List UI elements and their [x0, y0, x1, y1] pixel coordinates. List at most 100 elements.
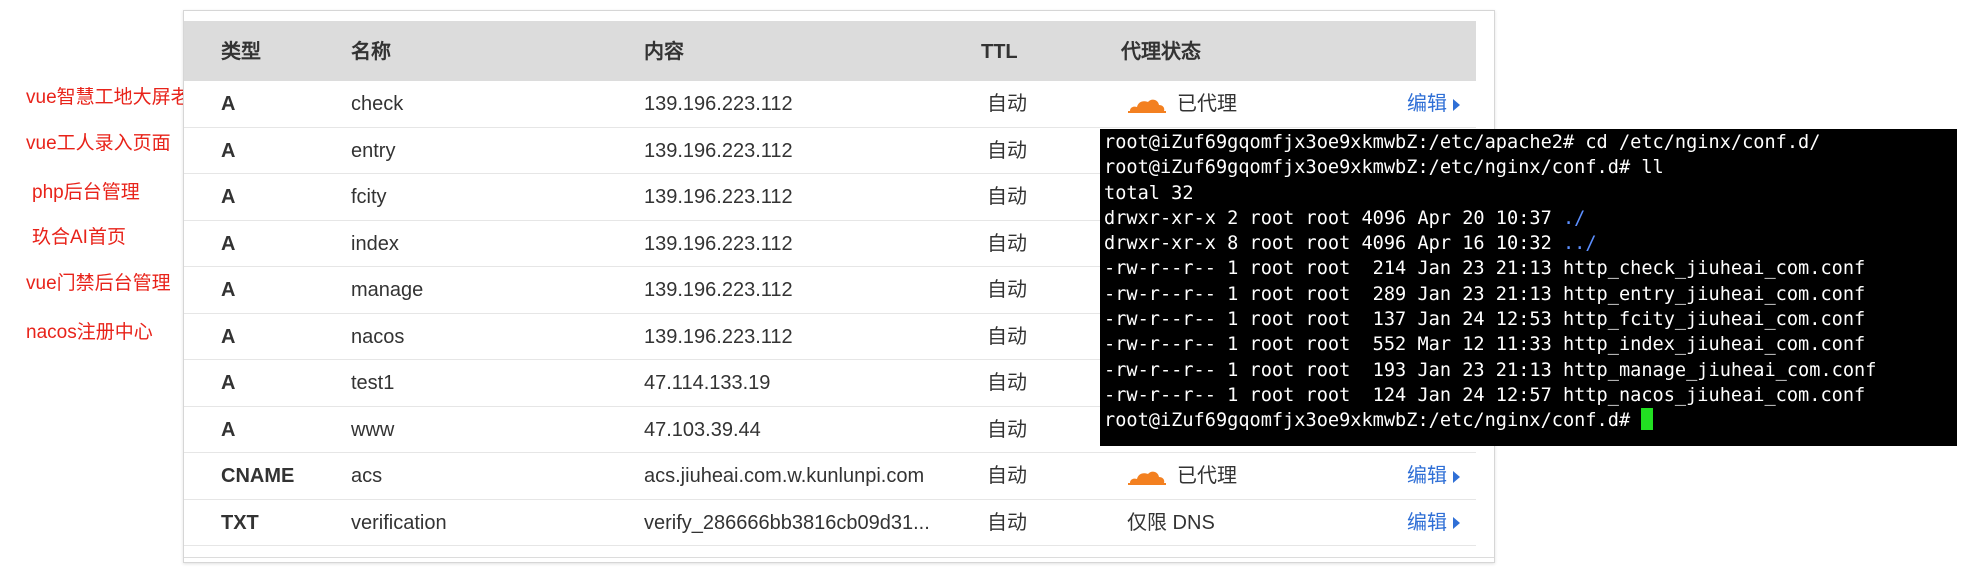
header-name: 名称 [351, 41, 391, 63]
terminal-line: -rw-r--r-- 1 root root 124 Jan 24 12:57 … [1104, 383, 1953, 408]
record-type: TXT [221, 511, 259, 534]
record-ttl: 自动 [987, 418, 1027, 441]
record-content: 139.196.223.112 [644, 93, 793, 115]
table-row: CNAME acs acs.jiuheai.com.w.kunlunpi.com 自动… [184, 453, 1476, 500]
record-content: 139.196.223.112 [644, 186, 793, 208]
record-type: A [221, 372, 236, 394]
proxy-status-label: 仅限 DNS [1127, 511, 1215, 534]
record-name: manage [351, 279, 424, 301]
terminal-line: -rw-r--r-- 1 root root 289 Jan 23 21:13 … [1104, 282, 1953, 307]
edit-link[interactable]: 编辑 [1407, 500, 1460, 547]
proxy-status: 已代理 [1127, 81, 1237, 128]
record-name: www [351, 418, 395, 441]
terminal-line-text: total 32 [1104, 182, 1194, 204]
annotation-nacos: nacos注册中心 [26, 322, 153, 343]
record-type: A [221, 232, 236, 255]
record-ttl: 自动 [987, 279, 1027, 301]
terminal-line-text: drwxr-xr-x 8 root root 4096 Apr 16 10:32 [1104, 233, 1563, 255]
record-type: A [221, 93, 236, 115]
edit-link[interactable]: 编辑 [1407, 81, 1460, 128]
record-name: index [351, 232, 399, 255]
terminal-output: root@iZuf69gqomfjx3oe9xkmwbZ:/etc/apache… [1104, 130, 1953, 408]
record-name: test1 [351, 372, 395, 394]
record-content: 139.196.223.112 [644, 279, 793, 301]
header-content: 内容 [644, 41, 684, 63]
table-row: TXT verification verify_286666bb3816cb09d3… [184, 500, 1476, 547]
panel-divider [184, 557, 1494, 558]
record-type: A [221, 186, 236, 208]
record-name: entry [351, 139, 396, 162]
record-ttl: 自动 [987, 232, 1027, 255]
terminal-line: -rw-r--r-- 1 root root 137 Jan 24 12:53 … [1104, 307, 1953, 332]
terminal-line: root@iZuf69gqomfjx3oe9xkmwbZ:/etc/apache… [1104, 130, 1953, 155]
record-ttl: 自动 [987, 93, 1027, 115]
proxy-status-label: 已代理 [1177, 465, 1237, 487]
record-content: acs.jiuheai.com.w.kunlunpi.com [644, 465, 925, 487]
proxy-status: 已代理 [1127, 453, 1237, 500]
annotation-check: vue智慧工地大屏老版 [26, 87, 209, 108]
record-ttl: 自动 [987, 511, 1027, 534]
header-proxy: 代理状态 [1121, 41, 1201, 63]
terminal-line: total 32 [1104, 181, 1953, 206]
proxy-status-label: 已代理 [1177, 93, 1237, 115]
proxy-status: 仅限 DNS [1127, 500, 1215, 547]
cloud-icon [1128, 471, 1166, 485]
annotation-fcity: php后台管理 [32, 182, 140, 203]
edit-link-label: 编辑 [1407, 511, 1447, 534]
record-name: check [351, 93, 404, 115]
terminal-line: -rw-r--r-- 1 root root 193 Jan 23 21:13 … [1104, 358, 1953, 383]
record-content: verify_286666bb3816cb09d31... [644, 511, 930, 534]
table-row: Acheck 139.196.223.112 自动 已代理 编辑 [184, 81, 1476, 128]
terminal-cursor [1641, 408, 1654, 431]
terminal-line: -rw-r--r-- 1 root root 552 Mar 12 11:33 … [1104, 332, 1953, 357]
record-ttl: 自动 [987, 186, 1027, 208]
annotation-entry: vue工人录入页面 [26, 133, 171, 154]
terminal-line-text: root@iZuf69gqomfjx3oe9xkmwbZ:/etc/apache… [1104, 132, 1821, 153]
record-type: CNAME [221, 465, 295, 487]
cloud-icon [1128, 99, 1166, 113]
terminal-line: root@iZuf69gqomfjx3oe9xkmwbZ:/etc/nginx/… [1104, 155, 1953, 180]
terminal-line-text: -rw-r--r-- 1 root root 214 Jan 23 21:13 … [1104, 258, 1866, 280]
record-ttl: 自动 [987, 372, 1027, 394]
terminal-line-text: root@iZuf69gqomfjx3oe9xkmwbZ:/etc/nginx/… [1104, 157, 1664, 179]
terminal-window[interactable]: root@iZuf69gqomfjx3oe9xkmwbZ:/etc/apache… [1100, 129, 1957, 446]
terminal-prompt-line[interactable]: root@iZuf69gqomfjx3oe9xkmwbZ:/etc/nginx/… [1104, 408, 1953, 433]
terminal-line: drwxr-xr-x 2 root root 4096 Apr 20 10:37… [1104, 206, 1953, 231]
record-type: A [221, 139, 236, 162]
terminal-line-text: -rw-r--r-- 1 root root 124 Jan 24 12:57 … [1104, 384, 1866, 406]
terminal-prompt: root@iZuf69gqomfjx3oe9xkmwbZ:/etc/nginx/… [1104, 410, 1642, 432]
record-ttl: 自动 [987, 325, 1027, 348]
terminal-dir-name: ../ [1562, 233, 1597, 255]
terminal-line-text: drwxr-xr-x 2 root root 4096 Apr 20 10:37 [1104, 207, 1563, 229]
annotation-manage: vue门禁后台管理 [26, 273, 171, 294]
record-name: fcity [351, 186, 387, 208]
terminal-dir-name: ./ [1562, 207, 1586, 229]
record-name: acs [351, 465, 383, 487]
terminal-line-text: -rw-r--r-- 1 root root 552 Mar 12 11:33 … [1104, 334, 1866, 356]
table-header: 类型 名称 内容 TTL 代理状态 [184, 21, 1476, 81]
terminal-line: drwxr-xr-x 8 root root 4096 Apr 16 10:32… [1104, 231, 1953, 256]
record-ttl: 自动 [987, 139, 1027, 162]
terminal-line-text: -rw-r--r-- 1 root root 137 Jan 24 12:53 … [1104, 309, 1866, 331]
terminal-line-text: -rw-r--r-- 1 root root 193 Jan 23 21:13 … [1104, 359, 1877, 381]
caret-right-icon [1453, 517, 1460, 530]
annotation-index: 玖合AI首页 [32, 227, 126, 248]
record-content: 139.196.223.112 [644, 325, 793, 348]
record-name: nacos [351, 325, 405, 348]
caret-right-icon [1453, 470, 1460, 483]
edit-link[interactable]: 编辑 [1407, 453, 1460, 500]
record-name: verification [351, 511, 447, 534]
record-type: A [221, 325, 236, 348]
edit-link-label: 编辑 [1407, 93, 1447, 115]
header-type: 类型 [221, 41, 261, 63]
record-content: 47.103.39.44 [644, 418, 761, 441]
terminal-line-text: -rw-r--r-- 1 root root 289 Jan 23 21:13 … [1104, 283, 1866, 305]
record-type: A [221, 279, 236, 301]
record-type: A [221, 418, 236, 441]
edit-link-label: 编辑 [1407, 465, 1447, 487]
caret-right-icon [1453, 98, 1460, 111]
record-ttl: 自动 [987, 465, 1027, 487]
terminal-line: -rw-r--r-- 1 root root 214 Jan 23 21:13 … [1104, 256, 1953, 281]
record-content: 139.196.223.112 [644, 139, 793, 162]
header-ttl: TTL [981, 41, 1018, 63]
